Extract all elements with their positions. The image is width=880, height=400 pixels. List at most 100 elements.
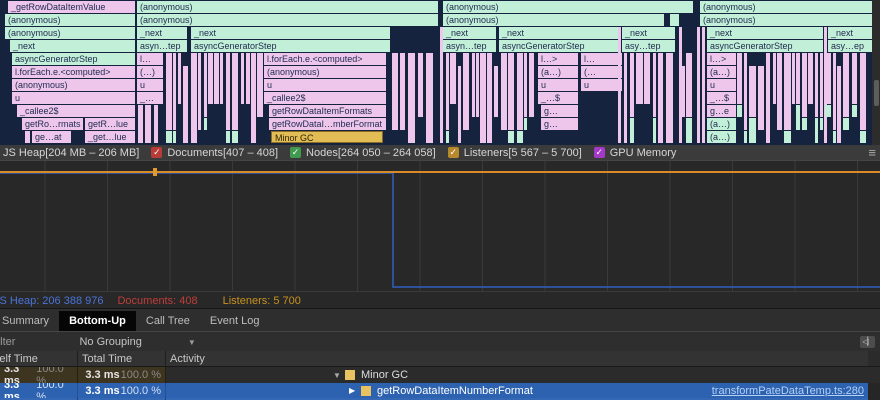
- flame-frame[interactable]: asyn…tep: [443, 40, 496, 52]
- flame-stripe[interactable]: [178, 53, 181, 104]
- flame-stripe[interactable]: [852, 105, 857, 117]
- flame-stripe[interactable]: [517, 131, 523, 143]
- checkbox-icon[interactable]: ✓: [290, 147, 301, 158]
- flame-scrollbar-thumb[interactable]: [874, 80, 879, 106]
- expand-arrow-icon[interactable]: ▼: [333, 371, 343, 380]
- flame-frame[interactable]: (a…): [707, 131, 736, 143]
- flame-stripe[interactable]: [833, 131, 836, 143]
- flame-stripe[interactable]: [686, 118, 692, 143]
- flame-stripe[interactable]: [658, 53, 663, 143]
- flame-stripe[interactable]: [472, 53, 475, 117]
- flame-chart[interactable]: _getRowDataItemValue(anonymous)(anonymou…: [0, 0, 880, 145]
- flame-frame[interactable]: (anonymous): [5, 27, 135, 39]
- flame-stripe[interactable]: [257, 53, 263, 117]
- flame-frame[interactable]: u: [538, 79, 578, 91]
- flame-stripe[interactable]: [145, 105, 151, 143]
- flame-stripe[interactable]: [426, 53, 433, 143]
- flame-frame[interactable]: u: [264, 79, 386, 91]
- flame-stripe[interactable]: [446, 53, 449, 130]
- grouping-select[interactable]: No Grouping ▼: [79, 336, 195, 348]
- flame-frame[interactable]: (a…): [707, 118, 736, 130]
- flame-frame[interactable]: l…: [581, 53, 622, 65]
- flame-stripe[interactable]: [446, 131, 449, 143]
- flame-stripe[interactable]: [682, 66, 685, 117]
- counter-toggle[interactable]: ✓GPU Memory: [594, 147, 677, 159]
- flame-frame[interactable]: (a…): [707, 66, 736, 78]
- flame-frame[interactable]: _get…lue: [85, 131, 135, 143]
- flame-frame[interactable]: [618, 27, 621, 143]
- counter-toggle[interactable]: ✓Listeners[5 567 – 5 700]: [448, 147, 582, 159]
- flame-stripe[interactable]: [524, 53, 527, 117]
- flame-frame[interactable]: _…$: [538, 92, 578, 104]
- flame-stripe[interactable]: [220, 53, 223, 104]
- flame-frame[interactable]: l…>: [707, 53, 736, 65]
- flame-stripe[interactable]: [825, 105, 831, 117]
- flame-stripe[interactable]: [852, 53, 857, 104]
- flame-stripe[interactable]: [418, 53, 423, 117]
- flame-frame[interactable]: [697, 27, 700, 143]
- flame-stripe[interactable]: [198, 53, 201, 130]
- flame-stripe[interactable]: [686, 53, 692, 117]
- flame-stripe[interactable]: [802, 118, 807, 130]
- flame-frame[interactable]: asyn…tep: [137, 40, 187, 52]
- flame-frame[interactable]: Minor GC: [271, 131, 383, 143]
- flame-frame[interactable]: [25, 131, 30, 143]
- flame-stripe[interactable]: [792, 53, 795, 104]
- hamburger-menu-icon[interactable]: ≡: [868, 146, 876, 159]
- flame-frame[interactable]: _next: [191, 27, 390, 39]
- flame-stripe[interactable]: [784, 53, 791, 130]
- flame-frame[interactable]: _next: [622, 27, 675, 39]
- flame-stripe[interactable]: [843, 118, 849, 130]
- flame-frame[interactable]: (anonymous): [137, 1, 438, 13]
- flame-stripe[interactable]: [666, 53, 673, 143]
- flame-stripe[interactable]: [737, 53, 742, 104]
- flame-frame[interactable]: _getRowDataItemValue: [8, 1, 135, 13]
- flame-frame[interactable]: _…: [137, 92, 163, 104]
- flame-frame[interactable]: _next: [10, 40, 135, 52]
- flame-frame[interactable]: (anonymous): [12, 79, 135, 91]
- expand-arrow-icon[interactable]: ▶: [349, 386, 359, 395]
- flame-frame[interactable]: l…>: [538, 53, 578, 65]
- flame-frame[interactable]: getRowDataItemFormats: [269, 105, 386, 117]
- flame-frame[interactable]: l.forEach.e.<computed>: [12, 66, 135, 78]
- flame-stripe[interactable]: [517, 53, 523, 130]
- flame-stripe[interactable]: [232, 131, 238, 143]
- flame-frame[interactable]: g…e: [707, 105, 736, 117]
- flame-frame[interactable]: u: [12, 92, 135, 104]
- flame-frame[interactable]: (anonymous): [700, 14, 872, 26]
- flame-stripe[interactable]: [796, 105, 800, 130]
- flame-frame[interactable]: _next: [828, 27, 872, 39]
- flame-stripe[interactable]: [463, 53, 469, 130]
- tab-summary[interactable]: Summary: [0, 311, 59, 331]
- flame-stripe[interactable]: [154, 105, 158, 143]
- tab-call-tree[interactable]: Call Tree: [136, 311, 200, 331]
- counter-toggle[interactable]: JS Heap[204 MB – 206 MB]: [3, 147, 139, 159]
- flame-frame[interactable]: _next: [137, 27, 187, 39]
- source-link[interactable]: transformPateDataTemp.ts:280: [712, 385, 864, 397]
- flame-frame[interactable]: (…): [137, 66, 163, 78]
- flame-frame[interactable]: (…: [581, 66, 622, 78]
- flame-stripe[interactable]: [837, 66, 841, 143]
- flame-stripe[interactable]: [183, 66, 188, 143]
- flame-stripe[interactable]: [815, 53, 818, 117]
- column-header-self-time[interactable]: Self Time: [0, 351, 78, 366]
- flame-frame[interactable]: getRowDataI…mberFormat: [269, 118, 386, 130]
- flame-stripe[interactable]: [173, 53, 176, 130]
- flame-stripe[interactable]: [226, 131, 230, 143]
- flame-stripe[interactable]: [815, 118, 818, 143]
- flame-stripe[interactable]: [524, 118, 527, 130]
- checkbox-icon[interactable]: ✓: [151, 147, 162, 158]
- column-header-total-time[interactable]: Total Time: [78, 351, 166, 366]
- flame-frame[interactable]: (anonymous): [5, 14, 135, 26]
- flame-stripe[interactable]: [784, 131, 791, 143]
- flame-stripe[interactable]: [860, 131, 866, 143]
- flame-stripe[interactable]: [808, 53, 813, 104]
- flame-stripe[interactable]: [860, 53, 866, 130]
- filter-input[interactable]: Filter: [0, 336, 15, 348]
- flame-stripe[interactable]: [737, 105, 742, 117]
- flame-frame[interactable]: asyncGeneratorStep: [12, 53, 135, 65]
- flame-stripe[interactable]: [487, 53, 492, 143]
- flame-frame[interactable]: ge…at: [32, 131, 71, 143]
- flame-stripe[interactable]: [392, 53, 398, 130]
- flame-frame[interactable]: (anonymous): [137, 14, 438, 26]
